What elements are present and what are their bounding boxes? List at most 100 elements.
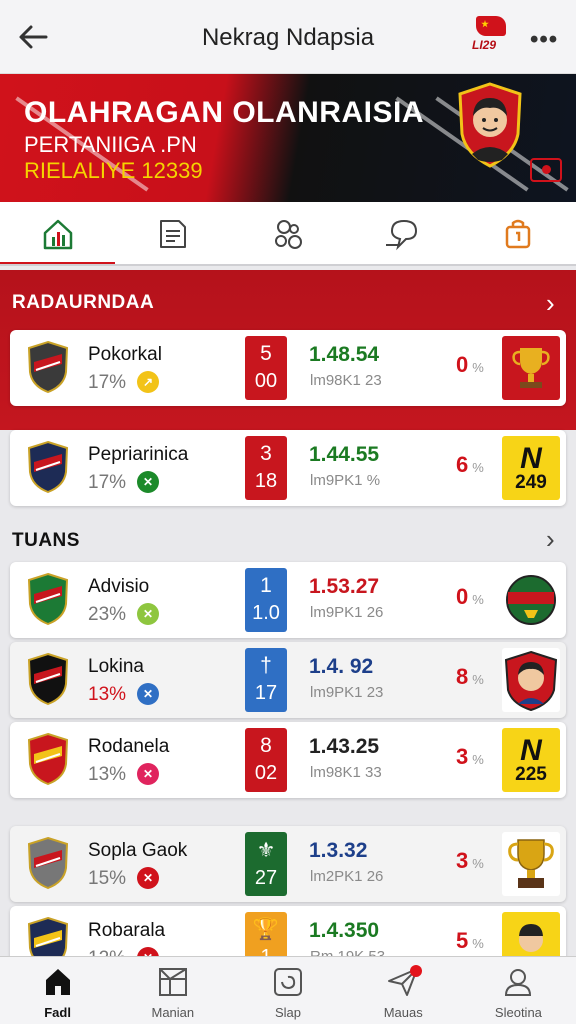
prize-card[interactable]: N 249 [502,436,560,500]
score-top: 3 [260,442,272,465]
score-bottom: 18 [254,470,278,492]
race-time: 1.44.55 [309,443,380,466]
score-top: ⚜ [256,839,276,862]
rank-number: 0 [456,352,469,377]
result-row[interactable]: Sopla Gaok 15% ✕ ⚜ 27 1.3.32 lm2PK1 26 3… [10,826,566,902]
hero-tagline: RIELALIYE 12339 [24,158,203,183]
score-top: 1 [260,574,272,597]
rank-number: 5 [456,928,469,953]
race-time: 1.48.54 [309,343,380,366]
tab-community[interactable] [230,202,345,266]
time-detail: lm98K1 23 [310,372,382,389]
race-time: 1.4.350 [309,919,380,942]
result-row[interactable]: Pepriarinica 17% ✕ 3 18 1.44.55 lm9PK1 %… [10,430,566,506]
prize-card[interactable] [502,336,560,400]
prize-number: 225 [515,764,547,785]
team-name: Sopla Gaok [88,840,188,861]
nav-item-sleotina[interactable]: Sleotina [461,957,576,1024]
result-row[interactable]: Rodanela 13% ✕ 8 02 1.43.25 lm98K1 33 3%… [10,722,566,798]
team-percent: 17% [88,372,127,393]
hero-subtitle: PERTANIIGA .PN [24,132,197,157]
grid-icon [158,968,187,996]
section-title: RADAURNDAA [12,292,155,313]
category-tabs [0,202,576,266]
result-row[interactable]: Lokina 13% ✕ † 17 1.4. 92 lm9PK1 23 8% [10,642,566,718]
bottom-navigation: Fadl Manian Slap Mauas Sleotina [0,956,576,1024]
chevron-right-icon[interactable]: › [546,288,555,319]
player-crest-icon [458,82,522,168]
rank-unit: % [472,672,484,687]
prize-card[interactable] [502,832,560,896]
status-dot-icon: ✕ [137,763,159,785]
nav-label: Sleotina [494,1005,542,1020]
rank-unit: % [472,592,484,607]
nav-item-home[interactable]: Fadl [0,957,115,1024]
time-detail: lm9PK1 23 [310,684,384,701]
rank-number: 0 [456,584,469,609]
user-icon [505,969,532,996]
race-time: 1.53.27 [309,575,380,598]
result-row[interactable]: Advisio 23% ✕ 1 1.0 1.53.27 lm9PK1 26 0% [10,562,566,638]
tab-chat[interactable] [346,202,461,266]
race-time: 1.3.32 [309,839,368,862]
score-bottom: 27 [254,867,278,889]
prize-card[interactable] [502,648,560,712]
prize-card[interactable]: N 225 [502,728,560,792]
more-options-icon[interactable]: ••• [530,26,558,54]
nav-item-mauas[interactable]: Mauas [346,957,461,1024]
score-top: 🏆 [252,918,280,941]
tab-documents[interactable] [115,202,230,266]
prize-card[interactable] [502,568,560,632]
prize-letter: N [520,442,542,475]
divider [0,264,576,266]
circles-icon [275,220,302,249]
score-box: 3 18 [245,436,287,500]
team-crest-icon [27,340,69,394]
chevron-right-icon[interactable]: › [546,524,555,555]
team-name: Pepriarinica [88,444,189,465]
team-name: Robarala [88,920,166,941]
bag-icon [506,219,531,249]
rank-unit: % [472,460,484,475]
rank-unit: % [472,936,484,951]
tab-home[interactable] [0,202,116,266]
nav-item-slap[interactable]: Slap [230,957,345,1024]
section-title: TUANS [12,530,80,551]
document-icon [159,220,186,248]
result-row[interactable]: Pokorkal 17% ↗ 5 00 1.48.54 lm98K1 23 0% [10,330,566,406]
team-crest-icon [27,652,69,706]
team-name: Rodanela [88,736,170,757]
flag-icon [476,16,506,36]
rank-value: 8% [456,664,484,690]
hero-banner[interactable]: OLAHRAGAN OLANRAISIA PERTANIIGA .PN RIEL… [0,74,576,202]
team-percent: 17% [88,472,127,493]
team-percent: 13% [88,764,127,785]
team-name: Lokina [88,656,144,677]
time-detail: lm9PK1 % [310,472,381,489]
race-time: 1.4. 92 [309,655,374,678]
team-percent: 15% [88,868,127,889]
home-chart-icon [43,219,72,250]
brand-label: LI29 [472,38,497,52]
team-crest-icon [27,732,69,786]
chat-icon [386,219,418,251]
score-bottom: 00 [254,370,278,392]
score-bottom: 02 [254,762,278,784]
rank-number: 6 [456,452,469,477]
prize-number: 249 [515,472,547,493]
team-name: Pokorkal [88,344,162,365]
nav-item-manian[interactable]: Manian [115,957,230,1024]
score-box: † 17 [245,648,287,712]
tab-shop[interactable] [461,202,576,266]
video-play-icon[interactable] [530,158,562,182]
rank-value: 0% [456,584,484,610]
score-box: ⚜ 27 [245,832,287,896]
score-bottom: 17 [254,682,278,704]
nav-label: Mauas [383,1005,423,1020]
hero-title: OLAHRAGAN OLANRAISIA [24,96,424,129]
team-name: Advisio [88,576,150,597]
status-dot-icon: ↗ [137,371,159,393]
rank-value: 3% [456,744,484,770]
brand-logo[interactable]: LI29 [470,16,514,56]
notification-dot [409,965,422,977]
